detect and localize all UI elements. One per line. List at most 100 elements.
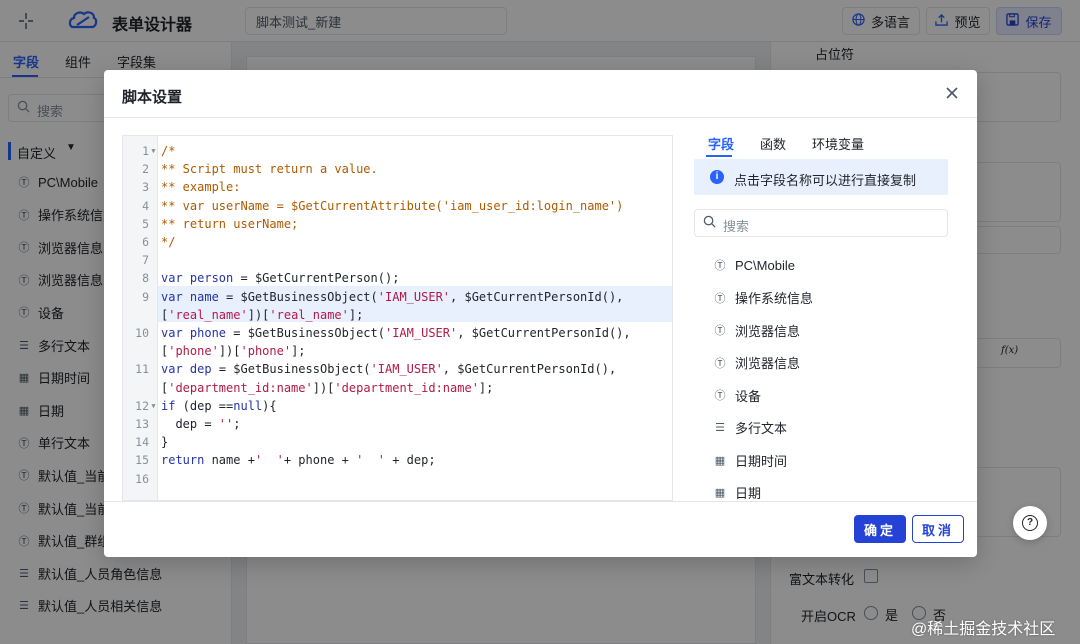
code-token: var (161, 326, 190, 340)
code-token: ){ (262, 398, 277, 413)
code-text: */ (161, 233, 175, 251)
code-token: ' ' (356, 453, 385, 468)
modal-title: 脚本设置 (122, 89, 183, 106)
fold-caret-icon[interactable]: ▼ (149, 142, 158, 160)
code-text: ** var userName = $GetCurrentAttribute('… (161, 197, 623, 215)
reference-field-item[interactable]: ▦ 日期时间 (714, 450, 787, 470)
tab-underline (706, 155, 732, 157)
script-settings-modal: 脚本设置 1 ▼/* 2 ** Script must return a value.… (104, 70, 977, 557)
code-text: ** return userName; (161, 215, 298, 233)
code-line: 5 ** return userName; (123, 215, 672, 233)
code-text: ['phone'])['phone']; (161, 342, 306, 360)
code-text: /* (161, 142, 175, 160)
code-token: ** var userName = $GetCurrentAttribute('… (161, 198, 624, 213)
line-number: 5 (142, 216, 149, 231)
code-token: ])[ (218, 344, 241, 359)
code-token: 'phone' (240, 344, 292, 359)
code-token: return (161, 453, 205, 468)
code-token: 'real_name' (168, 307, 248, 322)
reference-field-item[interactable]: Ⓣ PC\Mobile (714, 255, 795, 275)
reference-field-label: 日期时间 (735, 453, 788, 469)
code-token: 'department_id:name' (334, 380, 479, 395)
code-line: 2 ** Script must return a value. (123, 160, 672, 178)
code-token: ; (233, 417, 241, 431)
tab-functions[interactable]: 函数 (760, 134, 786, 153)
code-token: ]; (291, 344, 306, 359)
tab-env-vars[interactable]: 环境变量 (812, 134, 864, 153)
info-icon: i (710, 170, 724, 184)
code-token: = $GetBusinessObject( (211, 362, 371, 377)
help-icon: ? (1022, 515, 1038, 531)
code-token: dep (189, 362, 212, 377)
code-line: 15 return name +' '+ phone + ' ' + dep; (123, 451, 672, 469)
code-token: = $GetBusinessObject( (218, 289, 378, 304)
reference-field-item[interactable]: Ⓣ 设备 (714, 385, 762, 405)
reference-field-item[interactable]: ☰ 多行文本 (714, 418, 787, 438)
reference-field-item[interactable]: Ⓣ 操作系统信息 (714, 288, 814, 308)
reference-field-label: 浏览器信息 (735, 356, 801, 371)
code-line: 1 ▼/* (123, 142, 672, 160)
code-token: , $GetCurrentPersonId(), (442, 362, 617, 377)
code-text: var person = $GetCurrentPerson(); (161, 269, 399, 287)
reference-field-label: 浏览器信息 (735, 323, 801, 339)
fold-caret-icon[interactable]: ▼ (149, 397, 158, 415)
code-text: var name = $GetBusinessObject('IAM_USER'… (161, 288, 623, 306)
reference-field-label: PC\Mobile (735, 257, 795, 273)
line-number: 10 (135, 326, 149, 340)
code-token: , $GetCurrentPersonId(), (450, 289, 624, 304)
code-token: 'IAM_USER' (370, 362, 443, 377)
code-token: name (189, 289, 219, 304)
code-line: 12 ▼ if (dep ==null){ (123, 397, 672, 415)
calendar-icon: ▦ (714, 454, 726, 467)
line-number: 7 (142, 253, 149, 268)
reference-field-item[interactable]: ▦ 日期 (714, 483, 761, 503)
line-number: 4 (142, 198, 149, 213)
code-token: ** return userName; (161, 216, 299, 231)
code-token: 'real_name' (269, 307, 349, 322)
line-number: 13 (135, 417, 149, 431)
copy-hint-alert: i 点击字段名称可以进行直接复制 (694, 159, 948, 195)
code-token: ** example: (161, 180, 241, 195)
confirm-button[interactable]: 确定 (854, 515, 906, 543)
tab-fields-ref[interactable]: 字段 (708, 134, 734, 153)
line-number: 8 (142, 271, 149, 286)
code-token: 'phone' (168, 344, 219, 359)
code-token: var (161, 289, 190, 304)
line-number: 9 (142, 289, 149, 304)
code-token: } (161, 435, 169, 450)
code-token: ])[ (247, 307, 270, 322)
reference-field-label: 多行文本 (735, 421, 788, 436)
code-token: */ (161, 235, 176, 249)
cancel-button[interactable]: 取消 (912, 515, 964, 543)
code-token: var (161, 362, 190, 377)
help-button[interactable]: ? (1013, 506, 1047, 540)
code-text: ['department_id:name'])['department_id:n… (161, 379, 493, 397)
credit-watermark: @稀土掘金技术社区 (911, 621, 1056, 638)
code-line: 8 var person = $GetCurrentPerson(); (123, 269, 672, 287)
divider (104, 117, 977, 118)
reference-field-item[interactable]: Ⓣ 浏览器信息 (714, 353, 801, 373)
code-text: return name +' '+ phone + ' ' + dep; (161, 451, 436, 469)
reference-field-item[interactable]: Ⓣ 浏览器信息 (714, 320, 801, 340)
field-search-input[interactable]: 搜索 (694, 209, 948, 237)
code-line: 7 (123, 251, 672, 269)
search-icon (703, 215, 716, 231)
attribute-icon: Ⓣ (714, 292, 726, 305)
code-token: ** Script must return a value. (161, 162, 378, 177)
attribute-icon: Ⓣ (714, 260, 726, 272)
copy-hint-text: 点击字段名称可以进行直接复制 (734, 173, 917, 188)
code-token: if (161, 398, 176, 413)
code-line: 13 dep = ''; (123, 415, 672, 433)
code-token: = $GetCurrentPerson(); (233, 271, 400, 286)
code-token: 'IAM_USER' (377, 289, 451, 304)
code-line: 3 ** example: (123, 178, 672, 196)
code-line: 16 (123, 470, 672, 488)
close-icon[interactable] (942, 83, 962, 103)
code-line: 6 */ (123, 233, 672, 251)
code-text: var phone = $GetBusinessObject('IAM_USER… (161, 324, 631, 342)
code-token: '' (218, 417, 234, 431)
script-code-editor[interactable]: 1 ▼/* 2 ** Script must return a value. 3 ** e… (122, 135, 673, 501)
line-number: 11 (135, 362, 149, 377)
reference-field-label: 设备 (735, 388, 762, 404)
attribute-icon: Ⓣ (714, 390, 726, 402)
